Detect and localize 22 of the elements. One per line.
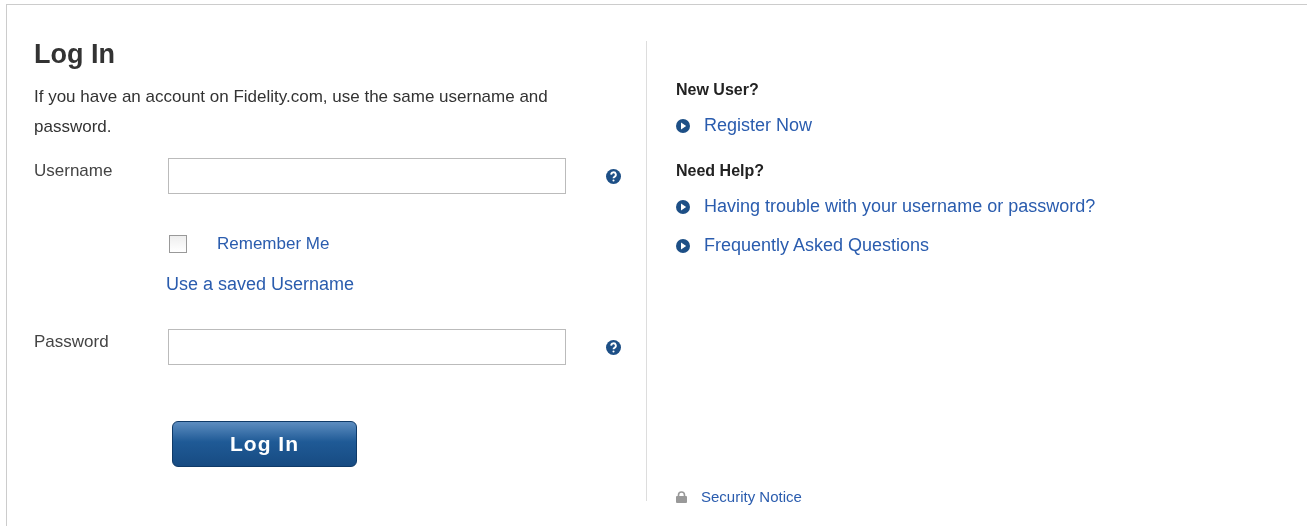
saved-username-link[interactable]: Use a saved Username: [166, 274, 646, 295]
help-link[interactable]: Register Now: [704, 115, 813, 136]
username-field[interactable]: [168, 158, 566, 194]
security-notice-link[interactable]: Security Notice: [701, 488, 802, 505]
login-button[interactable]: Log In: [172, 421, 357, 467]
help-link[interactable]: Frequently Asked Questions: [704, 235, 930, 256]
section-heading: Need Help?: [676, 162, 765, 180]
password-label: Password: [34, 332, 110, 352]
help-icon[interactable]: [606, 339, 621, 355]
page-title: Log In: [34, 38, 116, 70]
section-heading: New User?: [676, 81, 760, 99]
play-icon: [676, 199, 690, 214]
lock-icon: [676, 490, 687, 503]
password-field[interactable]: [168, 329, 566, 365]
play-icon: [676, 118, 690, 133]
username-label: Username: [34, 161, 114, 181]
play-icon: [676, 238, 690, 253]
remember-me-checkbox[interactable]: [169, 235, 187, 253]
intro-text: If you have an account on Fidelity.com, use the same username and password.: [34, 86, 549, 138]
help-link[interactable]: Having trouble with your username or password?: [704, 196, 1096, 217]
remember-me-link[interactable]: Remember Me: [217, 234, 330, 254]
help-icon[interactable]: [606, 168, 621, 184]
